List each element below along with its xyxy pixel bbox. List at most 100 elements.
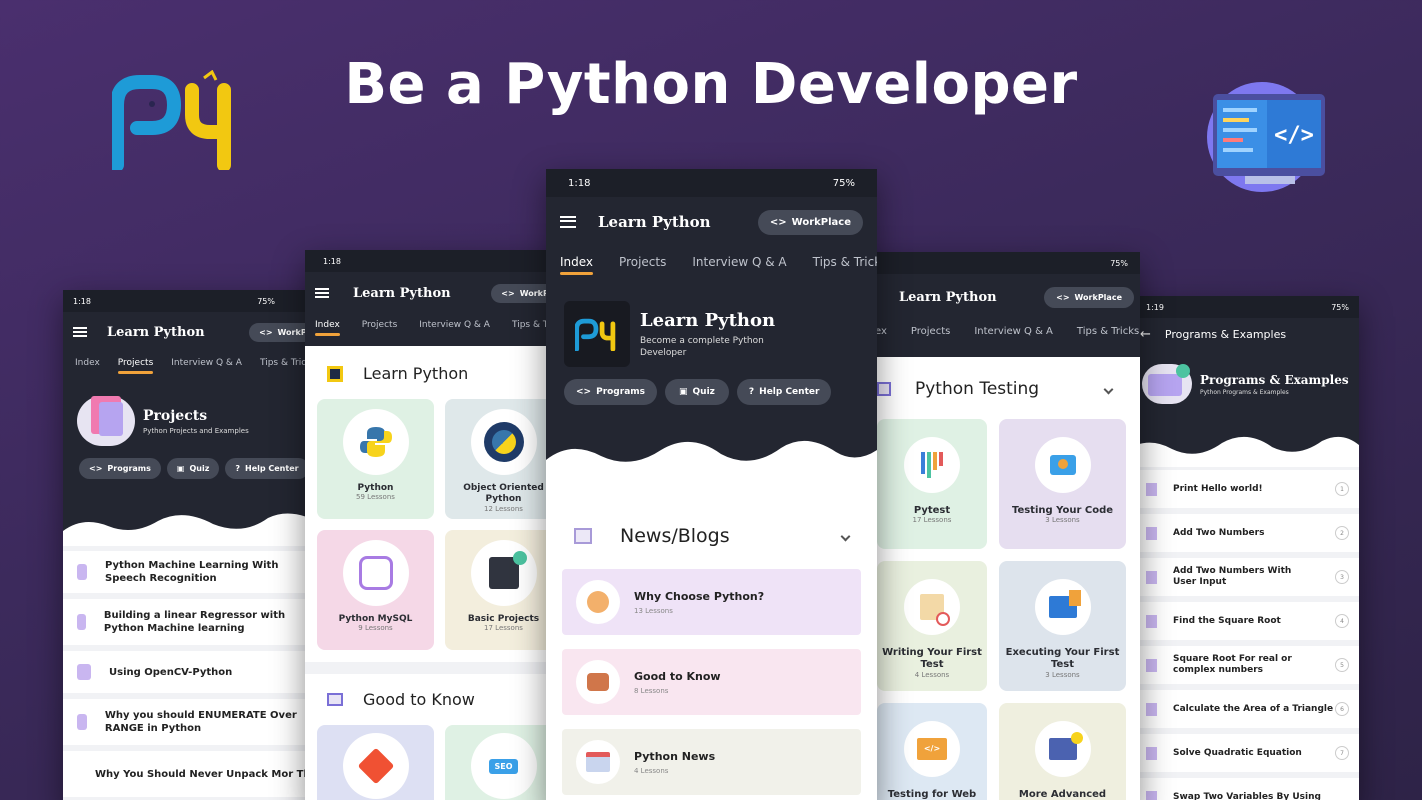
reader-icon [576,660,620,704]
file-icon [1146,702,1157,716]
header-title: Projects [143,407,208,424]
menu-icon[interactable] [560,216,576,228]
chevron-down-icon[interactable] [1103,384,1114,394]
list-item[interactable]: Find the Square Root 4 [1140,602,1359,646]
tab-tips[interactable]: Tips & Tricks [1077,326,1139,337]
app-title: Learn Python [353,285,451,301]
project-list: Python Machine Learning With Speech Reco… [63,545,325,800]
course-card[interactable]: Pytest 17 Lessons [877,419,987,549]
list-item[interactable]: Print Hello world! 1 [1140,470,1359,514]
list-item[interactable]: Why You Should Never Unpack Mor Than Thr… [63,751,325,800]
course-card[interactable] [317,725,434,800]
list-item[interactable]: Building a linear Regressor with Python … [63,599,325,651]
course-card[interactable]: Writing Your First Test 4 Lessons [877,561,987,691]
header-subtitle: Python Programs & Examples [1200,388,1289,396]
quiz-button[interactable]: ▣ Quiz [166,458,220,479]
list-item[interactable]: Add Two Numbers 2 [1140,514,1359,558]
section-title: News/Blogs [620,525,730,547]
course-card[interactable]: Testing Your Code 3 Lessons [999,419,1126,549]
status-bar: 1:19 75% [1122,296,1359,318]
chevron-down-icon[interactable] [840,531,851,541]
tester-icon [1034,437,1091,493]
course-card[interactable]: </> Testing for Web [877,703,987,800]
pytest-icon [904,437,960,493]
news-item[interactable]: Why Choose Python? 13 Lessons [562,569,861,635]
file-icon [1146,790,1157,800]
code-icon: <> [769,216,787,228]
tab-index[interactable]: Index [315,320,340,336]
app-title: Learn Python [598,213,711,231]
menu-icon[interactable] [73,327,87,337]
programs-button[interactable]: <> Programs [79,458,161,479]
hero-subtitle: Become a complete Python Developer [640,335,764,358]
file-icon [77,614,86,630]
python-book-icon [327,365,343,382]
tab-interview[interactable]: Interview Q & A [419,320,490,330]
svg-text:</>: </> [1274,123,1314,148]
course-card[interactable]: Executing Your First Test 3 Lessons [999,561,1126,691]
app-title: Learn Python [899,289,997,305]
header-title: Programs & Examples [1200,372,1349,387]
workplace-button[interactable]: <> WorkPlace [757,209,863,235]
testing-icon [877,382,891,396]
course-card[interactable]: Python 59 Lessons [317,399,434,519]
list-item[interactable]: Swap Two Variables By Using [1140,778,1359,800]
monitor-icon [327,693,343,706]
python-mysql-icon [342,540,409,606]
course-card[interactable]: SEO [445,725,562,800]
code-icon: <> [501,288,515,298]
tab-interview[interactable]: Interview Q & A [171,358,242,368]
header-wave [546,440,877,480]
list-item[interactable]: Why you should ENUMERATE Over RANGE in P… [63,699,325,751]
workplace-button[interactable]: <> WorkPlace [1044,286,1134,308]
phone-learn-python: 1:18 Learn Python <> WorkPla Index Projec… [305,250,567,800]
hero-title: Learn Python [640,309,776,331]
menu-icon[interactable] [315,288,329,298]
tab-index[interactable]: Index [75,358,100,368]
py-app-icon [564,301,630,367]
quiz-icon: ▣ [176,464,185,473]
header-wave [1122,436,1359,467]
tab-interview[interactable]: Interview Q & A [974,326,1053,337]
list-item[interactable]: Python Machine Learning With Speech Reco… [63,551,325,599]
quiz-button[interactable]: ▣ Quiz [665,379,729,405]
news-item[interactable]: Good to Know 8 Lessons [562,649,861,715]
tab-projects[interactable]: Projects [911,326,950,337]
list-item[interactable]: Add Two Numbers With User Input 3 [1140,558,1359,602]
course-card[interactable]: Basic Projects 17 Lessons [445,530,562,650]
tab-interview[interactable]: Interview Q & A [692,255,786,269]
list-item[interactable]: Using OpenCV-Python [63,651,325,699]
course-card[interactable]: Object Oriented Python 12 Lessons [445,399,562,519]
list-item[interactable]: Calculate the Area of a Triangle 6 [1140,690,1359,734]
list-item[interactable]: Square Root For real or complex numbers 5 [1140,646,1359,690]
list-item[interactable]: Solve Quadratic Equation 7 [1140,734,1359,778]
file-icon [77,664,91,680]
help-center-button[interactable]: ? Help Center [736,379,832,405]
quiz-icon: ▣ [679,387,688,397]
section-title: Good to Know [363,690,475,709]
tab-index[interactable]: Index [560,255,594,275]
projects-illustration-icon [77,396,135,446]
code-icon: <> [576,387,592,397]
tab-projects[interactable]: Projects [362,320,397,330]
programs-button[interactable]: <> Programs [564,379,658,405]
py-logo [112,70,231,170]
question-person-icon [576,580,620,624]
news-item[interactable]: Python News 4 Lessons [562,729,861,795]
code-board-icon [470,540,537,606]
tab-tips[interactable]: Tips & Tricks [813,255,877,269]
header-wave [63,513,325,546]
python-logo-icon [342,409,409,475]
course-card[interactable]: More Advanced [999,703,1126,800]
tab-projects[interactable]: Projects [117,358,154,374]
header-subtitle: Python Projects and Examples [143,426,249,435]
tab-projects[interactable]: Projects [619,255,666,269]
help-center-button[interactable]: ? Help Center [225,458,309,479]
phone-programs: 1:19 75% ← Programs & Examples Programs … [1122,296,1359,800]
course-card[interactable]: Python MySQL 9 Lessons [317,530,434,650]
bar-title: Programs & Examples [1164,327,1287,341]
git-icon [342,733,409,799]
file-icon [1146,526,1157,540]
back-arrow-icon[interactable]: ← [1140,327,1151,342]
file-icon [1146,746,1157,760]
